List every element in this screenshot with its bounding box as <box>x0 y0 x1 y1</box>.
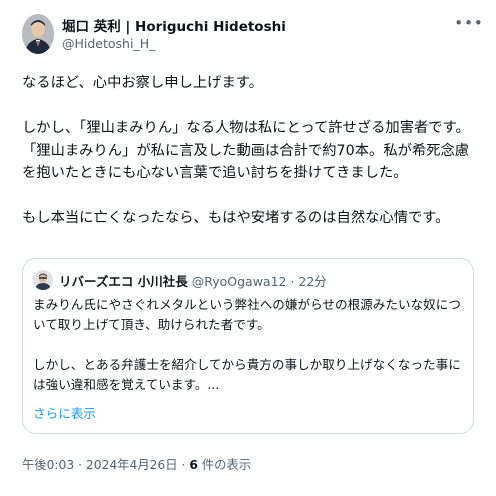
views-label: 件の表示 <box>197 458 251 472</box>
post-text: なるほど、心中お察し申し上げます。 しかし、「狸山まみりん」なる人物は私にとって… <box>22 75 470 226</box>
quote-text: まみりん氏にやさぐれメタルという弊社への嫌がらせの根源みたいな奴について取り上げ… <box>33 297 461 392</box>
quote-author-name[interactable]: リバーズエコ 小川社長 <box>59 274 188 289</box>
author-handle[interactable]: @Hidetoshi_H_ <box>62 36 155 51</box>
avatar-image <box>22 14 54 54</box>
views-count: 6 <box>189 458 198 472</box>
quote-avatar-image <box>33 270 53 290</box>
show-more-link[interactable]: さらに表示 <box>33 403 96 422</box>
more-options-icon[interactable]: ••• <box>454 12 483 34</box>
quote-handle-time: @RyoOgawa12 · 22分 <box>191 274 327 289</box>
post-timestamp[interactable]: 午後0:03 · 2024年4月26日 · <box>22 458 189 472</box>
quoted-post[interactable]: リバーズエコ 小川社長 @RyoOgawa12 · 22分 まみりん氏にやさぐれ… <box>22 258 474 434</box>
author-display-name[interactable]: 堀口 英利 | Horiguchi Hidetoshi <box>62 15 286 35</box>
post-meta: 午後0:03 · 2024年4月26日 · 6 件の表示 <box>22 455 251 473</box>
quote-header: リバーズエコ 小川社長 @RyoOgawa12 · 22分 <box>59 271 327 290</box>
quote-author-avatar[interactable] <box>33 270 53 290</box>
post: 堀口 英利 | Horiguchi Hidetoshi @Hidetoshi_H… <box>0 0 496 496</box>
author-avatar[interactable] <box>22 14 54 54</box>
